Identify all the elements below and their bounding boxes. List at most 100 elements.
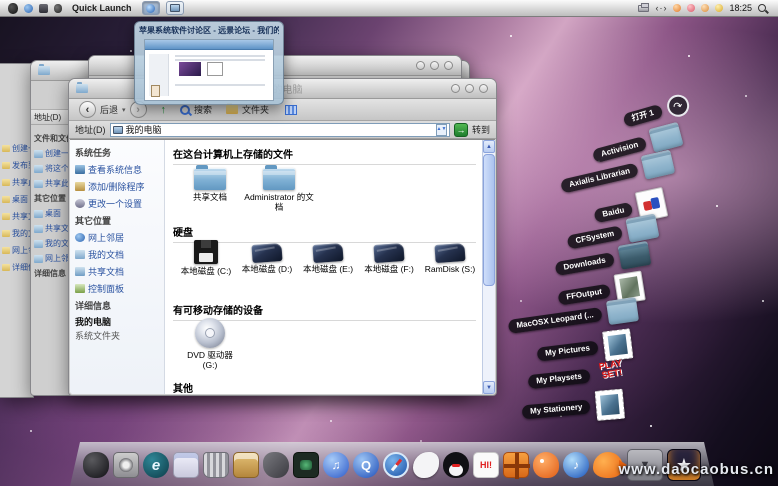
apple-mini-icon[interactable] bbox=[54, 4, 62, 13]
task-pane-item-control-panel[interactable]: 控制面板 bbox=[75, 282, 161, 295]
task-pane-item-add-remove[interactable]: 添加/删除程序 bbox=[75, 180, 161, 193]
documents-folder-icon bbox=[75, 250, 85, 259]
safari-compass-icon[interactable] bbox=[383, 452, 409, 478]
qq-penguin-icon[interactable] bbox=[443, 452, 469, 478]
other-places-header: 其它位置 bbox=[75, 214, 161, 227]
tray-arrows-icon[interactable]: ‹·› bbox=[655, 3, 667, 13]
task-pane-item-documents[interactable]: 我的文档 bbox=[75, 248, 161, 261]
thumbnail-titlebar bbox=[145, 40, 273, 50]
trash-icon[interactable] bbox=[203, 452, 229, 478]
control-panel-icon bbox=[75, 284, 85, 293]
drive-item-e[interactable]: 本地磁盘 (E:) bbox=[299, 240, 357, 277]
network-mini-icon[interactable] bbox=[24, 4, 33, 13]
white-app-icon[interactable] bbox=[413, 452, 439, 478]
task-pane-item-change-setting[interactable]: 更改一个设置 bbox=[75, 197, 161, 210]
go-label[interactable]: 转到 bbox=[472, 123, 490, 136]
orange-pet-icon[interactable] bbox=[533, 452, 559, 478]
browser-thumbnail[interactable] bbox=[144, 39, 274, 101]
documents-icon bbox=[34, 240, 43, 248]
far-pane-item[interactable]: 共享此文件夹 bbox=[0, 174, 33, 191]
details-header: 详细信息 bbox=[75, 299, 161, 312]
window-mini-icon[interactable] bbox=[39, 4, 48, 13]
far-pane-item[interactable]: 详细信息 bbox=[0, 259, 33, 276]
spotlight-search-icon[interactable] bbox=[758, 4, 766, 12]
task-pane-item-shared-docs[interactable]: 共享文档 bbox=[75, 265, 161, 278]
archive-box-icon[interactable] bbox=[233, 452, 259, 478]
task-pane-item-network[interactable]: 网上邻居 bbox=[75, 231, 161, 244]
printer-icon[interactable] bbox=[638, 5, 649, 12]
far-pane-item[interactable]: 共享文档 bbox=[0, 208, 33, 225]
menu-bar: Quick Launch ‹·› 18:25 bbox=[0, 0, 778, 17]
scroll-up-button[interactable]: ▲ bbox=[483, 140, 495, 153]
maximize-button[interactable] bbox=[430, 61, 439, 70]
taskbar-browser-button[interactable] bbox=[142, 1, 160, 15]
back-button-label[interactable]: 后退 bbox=[100, 103, 118, 116]
internet-explorer-icon[interactable]: e bbox=[143, 452, 169, 478]
tray-avatar-icon-1[interactable] bbox=[673, 4, 681, 12]
far-pane-item[interactable]: 桌面 bbox=[0, 191, 33, 208]
maximize-button[interactable] bbox=[465, 84, 474, 93]
screenshot-app-icon[interactable] bbox=[293, 452, 319, 478]
folder-icon bbox=[263, 168, 295, 190]
tray-avatar-icon-4[interactable] bbox=[715, 4, 723, 12]
folders-icon[interactable] bbox=[226, 105, 238, 114]
hard-disks-row: 本地磁盘 (C:) 本地磁盘 (D:) 本地磁盘 (E:) 本地磁盘 (F:) … bbox=[177, 240, 479, 277]
drive-item-c[interactable]: 本地磁盘 (C:) bbox=[177, 240, 235, 277]
file-item-admin-docs[interactable]: Administrator 的文档 bbox=[244, 168, 314, 213]
drive-item-d[interactable]: 本地磁盘 (D:) bbox=[238, 240, 296, 277]
far-pane-item[interactable]: 我的文档 bbox=[0, 225, 33, 242]
close-button[interactable] bbox=[479, 84, 488, 93]
task-pane-item-system-info[interactable]: 查看系统信息 bbox=[75, 163, 161, 176]
stack-label: Downloads bbox=[555, 252, 615, 276]
stack-item-open[interactable]: 打开 1 ↷ bbox=[622, 92, 692, 132]
address-field[interactable]: 我的电脑 ▲▼ bbox=[110, 123, 450, 137]
gift-box-icon[interactable] bbox=[503, 452, 529, 478]
address-dropdown-stepper[interactable]: ▲▼ bbox=[436, 124, 447, 136]
quicktime-icon[interactable]: Q bbox=[353, 452, 379, 478]
documents-icon bbox=[2, 230, 10, 237]
my-computer-icon bbox=[113, 126, 123, 134]
menu-clock: 18:25 bbox=[729, 3, 752, 13]
up-button[interactable]: ↑ bbox=[161, 104, 167, 116]
finder-apple-icon[interactable] bbox=[83, 452, 109, 478]
gray-app-icon[interactable] bbox=[263, 452, 289, 478]
vertical-scrollbar[interactable]: ▲ ▼ bbox=[482, 140, 495, 394]
system-preferences-icon[interactable] bbox=[113, 452, 139, 478]
file-item-shared-docs[interactable]: 共享文档 bbox=[179, 168, 241, 213]
taskbar-computer-button[interactable] bbox=[166, 1, 184, 15]
apple-menu-icon[interactable] bbox=[8, 3, 18, 14]
minimize-button[interactable] bbox=[416, 61, 425, 70]
far-pane-item[interactable]: 创建一个新文件夹 bbox=[0, 140, 33, 157]
go-button[interactable]: → bbox=[454, 123, 468, 137]
scrollbar-thumb[interactable] bbox=[483, 154, 495, 286]
folder-icon bbox=[2, 179, 10, 186]
music-orb-icon[interactable]: ♪ bbox=[563, 452, 589, 478]
minimize-button[interactable] bbox=[451, 84, 460, 93]
notepad-icon[interactable] bbox=[173, 452, 199, 478]
downloads-folder-icon bbox=[618, 241, 652, 270]
drive-item-s[interactable]: RamDisk (S:) bbox=[421, 240, 479, 277]
itunes-icon[interactable]: ♫ bbox=[323, 452, 349, 478]
far-pane-item[interactable]: 发布到 Web bbox=[0, 157, 33, 174]
drive-item-f[interactable]: 本地磁盘 (F:) bbox=[360, 240, 418, 277]
tray-avatar-icon-2[interactable] bbox=[687, 4, 695, 12]
shared-folder-icon bbox=[34, 225, 43, 233]
address-value: 我的电脑 bbox=[126, 123, 433, 136]
back-dropdown-icon[interactable]: ▾ bbox=[122, 106, 126, 114]
close-button[interactable] bbox=[444, 61, 453, 70]
views-button[interactable] bbox=[285, 105, 297, 115]
back-button[interactable]: ‹ bbox=[79, 101, 96, 118]
far-pane-item[interactable]: 网上邻居 bbox=[0, 242, 33, 259]
shared-folder-icon bbox=[75, 267, 85, 276]
desktop: Quick Launch ‹·› 18:25 创建一个新文件夹 发布到 Web … bbox=[0, 0, 778, 486]
scroll-down-button[interactable]: ▼ bbox=[483, 381, 495, 394]
hi-messenger-icon[interactable]: HI! bbox=[473, 452, 499, 478]
tray-avatar-icon-3[interactable] bbox=[701, 4, 709, 12]
watermark: www.daocaobus.cn bbox=[619, 461, 774, 478]
open-arrow-icon[interactable]: ↷ bbox=[665, 92, 692, 119]
drive-item-dvd[interactable]: DVD 驱动器 (G:) bbox=[179, 318, 241, 371]
dvd-disc-icon bbox=[195, 318, 225, 348]
search-icon[interactable] bbox=[180, 105, 190, 115]
section-header-stored-files: 在这台计算机上存储的文件 bbox=[173, 146, 476, 165]
computer-icon bbox=[170, 4, 180, 12]
